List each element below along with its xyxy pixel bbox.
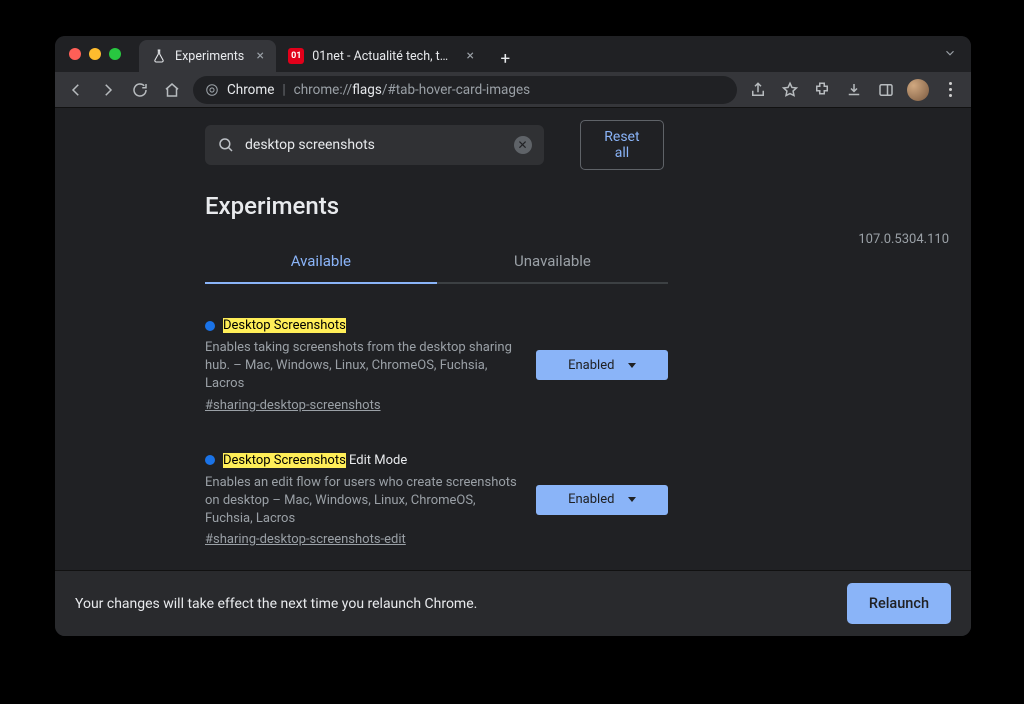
omnibox[interactable]: Chrome | chrome://flags/#tab-hover-card-… [193, 76, 737, 104]
share-icon[interactable] [747, 79, 769, 101]
tab-unavailable[interactable]: Unavailable [437, 240, 669, 282]
flag-row: Desktop Screenshots Enables taking scree… [205, 318, 668, 413]
flag-select[interactable]: Enabled [536, 350, 668, 380]
star-icon[interactable] [779, 79, 801, 101]
flag-description: Enables taking screenshots from the desk… [205, 339, 518, 394]
page-content: ✕ Reset all Experiments Available Unavai… [55, 108, 971, 636]
tabs-underline [205, 282, 668, 284]
omnibox-chrome-label: Chrome [227, 82, 274, 98]
window-maximize[interactable] [109, 48, 121, 60]
window-close[interactable] [69, 48, 81, 60]
tab-label: Experiments [175, 49, 244, 64]
search-input[interactable] [245, 137, 504, 153]
chrome-icon [205, 83, 219, 97]
tab-available[interactable]: Available [205, 240, 437, 282]
chevron-down-icon[interactable] [943, 45, 957, 64]
new-tab-button[interactable]: + [492, 46, 518, 72]
flag-title: Desktop Screenshots Edit Mode [223, 453, 407, 468]
tab-close-icon[interactable]: × [252, 48, 268, 64]
flag-row: Desktop Screenshots Edit Mode Enables an… [205, 453, 668, 548]
titlebar: Experiments × 01 01net - Actualité tech,… [55, 36, 971, 72]
tab-label: 01net - Actualité tech, tests pr [312, 49, 454, 64]
flag-select[interactable]: Enabled [536, 485, 668, 515]
url-part: chrome:// [294, 82, 353, 98]
toolbar: Chrome | chrome://flags/#tab-hover-card-… [55, 72, 971, 108]
chevron-down-icon [628, 497, 636, 502]
search-row: ✕ Reset all [205, 120, 668, 170]
flag-title: Desktop Screenshots [223, 318, 346, 333]
page-title: Experiments [205, 192, 668, 220]
extensions-icon[interactable] [811, 79, 833, 101]
back-button[interactable] [65, 79, 87, 101]
profile-avatar[interactable] [907, 79, 929, 101]
reload-button[interactable] [129, 79, 151, 101]
download-icon[interactable] [843, 79, 865, 101]
browser-window: Experiments × 01 01net - Actualité tech,… [55, 36, 971, 636]
search-box[interactable]: ✕ [205, 125, 544, 165]
tab-experiments[interactable]: Experiments × [139, 40, 276, 72]
chevron-down-icon [628, 363, 636, 368]
flag-description: Enables an edit flow for users who creat… [205, 474, 518, 529]
clear-search-icon[interactable]: ✕ [514, 136, 532, 154]
01net-icon: 01 [288, 48, 304, 64]
relaunch-button[interactable]: Relaunch [847, 583, 951, 624]
sidepanel-icon[interactable] [875, 79, 897, 101]
window-minimize[interactable] [89, 48, 101, 60]
home-button[interactable] [161, 79, 183, 101]
forward-button[interactable] [97, 79, 119, 101]
reset-all-button[interactable]: Reset all [580, 120, 665, 170]
overflow-menu-icon[interactable] [939, 79, 961, 101]
flag-anchor-link[interactable]: #sharing-desktop-screenshots [205, 398, 381, 413]
modified-dot-icon [205, 321, 215, 331]
url-part: flags [352, 82, 382, 98]
flags-list: Desktop Screenshots Enables taking scree… [205, 318, 668, 547]
version-label: 107.0.5304.110 [858, 232, 949, 247]
traffic-lights [69, 48, 121, 60]
relaunch-message: Your changes will take effect the next t… [75, 596, 477, 612]
tab-01net[interactable]: 01 01net - Actualité tech, tests pr × [276, 40, 486, 72]
modified-dot-icon [205, 455, 215, 465]
tab-strip: Experiments × 01 01net - Actualité tech,… [139, 36, 518, 72]
relaunch-bar: Your changes will take effect the next t… [55, 570, 971, 636]
tabs-bar: Available Unavailable [205, 240, 668, 282]
search-icon [217, 136, 235, 154]
flag-anchor-link[interactable]: #sharing-desktop-screenshots-edit [205, 532, 406, 547]
tab-close-icon[interactable]: × [462, 48, 478, 64]
url-part: /#tab-hover-card-images [382, 82, 530, 98]
flask-icon [151, 48, 167, 64]
